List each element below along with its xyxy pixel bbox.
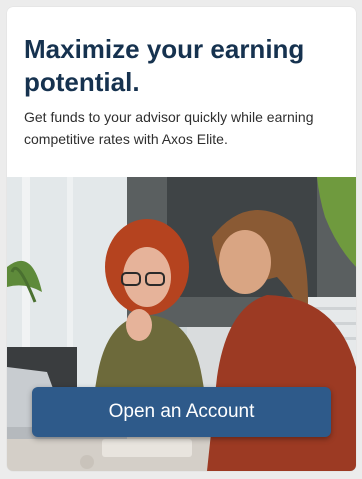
open-account-button[interactable]: Open an Account xyxy=(32,387,331,437)
promo-description: Get funds to your advisor quickly while … xyxy=(24,109,314,147)
promo-card: Maximize your earning potential. Get fun… xyxy=(7,7,356,471)
promo-headline: Maximize your earning potential. xyxy=(24,34,305,97)
